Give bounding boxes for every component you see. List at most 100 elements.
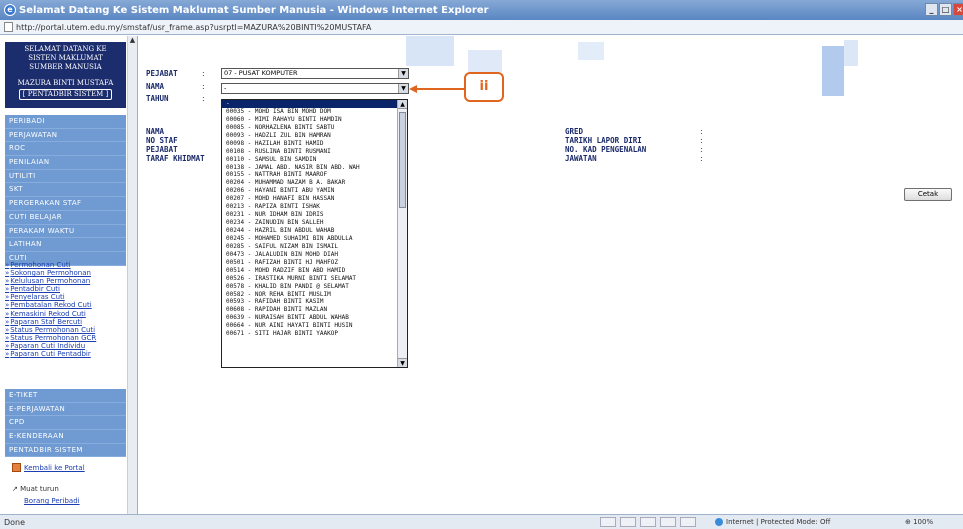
dropdown-option[interactable]: 00473 - JALALUDIN BIN MOHD DIAH bbox=[222, 251, 398, 259]
cetak-button[interactable]: Cetak bbox=[904, 188, 952, 201]
borang-link[interactable]: Borang Peribadi bbox=[24, 497, 80, 505]
dropdown-option[interactable]: 00035 - MOHD ISA BIN MOHD DOM bbox=[222, 108, 398, 116]
chevron-down-icon[interactable]: ▼ bbox=[398, 84, 408, 93]
dropdown-option[interactable]: 00639 - NURAISAH BINTI ABDUL WAHAB bbox=[222, 314, 398, 322]
dropdown-option[interactable]: 00093 - HADZLI ZUL BIN HAMRAN bbox=[222, 132, 398, 140]
dropdown-option[interactable]: 00578 - KHALID BIN PANDI @ SELAMAT bbox=[222, 283, 398, 291]
dropdown-option[interactable]: 00593 - RAFIDAH BINTI KASIM bbox=[222, 298, 398, 306]
dropdown-option[interactable]: 00671 - SITI HAJAR BINTI YAAKOP bbox=[222, 330, 398, 338]
dropdown-option[interactable]: 00245 - MOHAMED SUHAIMI BIN ABDULLA bbox=[222, 235, 398, 243]
cuti-link[interactable]: Penyelaras Cuti bbox=[5, 293, 126, 301]
dropdown-option[interactable]: 00207 - MOHD HANAFI BIN HASSAN bbox=[222, 195, 398, 203]
colon: : bbox=[700, 127, 703, 136]
dropdown-option[interactable]: 00582 - NOR REHA BINTI MUSLIM bbox=[222, 291, 398, 299]
dropdown-option[interactable]: 00526 - IRASTIKA MURNI BINTI SELAMAT bbox=[222, 275, 398, 283]
sidebar-item[interactable]: PENILAIAN bbox=[5, 156, 126, 170]
dropdown-option[interactable]: 00108 - RUSLINA BINTI RUSMANI bbox=[222, 148, 398, 156]
dropdown-option[interactable]: 00608 - RAPIDAH BINTI MAZLAN bbox=[222, 306, 398, 314]
sidebar-item[interactable]: LATIHAN bbox=[5, 238, 126, 252]
cuti-link[interactable]: Sokongan Permohonan bbox=[5, 269, 126, 277]
kembali-label[interactable]: Kembali ke Portal bbox=[24, 464, 85, 472]
cuti-link[interactable]: Pentadbir Cuti bbox=[5, 285, 126, 293]
address-bar[interactable]: http://portal.utem.edu.my/smstaf/usr_fra… bbox=[0, 20, 963, 35]
minimize-icon[interactable]: _ bbox=[925, 3, 938, 16]
sidebar-item[interactable]: E-KENDERAAN bbox=[5, 430, 126, 444]
dropdown-option[interactable]: 00213 - RAPIZA BINTI ISHAK bbox=[222, 203, 398, 211]
dropdown-option[interactable]: 00231 - NUR IDHAM BIN IDRIS bbox=[222, 211, 398, 219]
dropdown-scrollbar[interactable]: ▲ ▼ bbox=[397, 100, 407, 367]
decor-block bbox=[578, 42, 604, 60]
dropdown-option[interactable]: 00098 - HAZILAH BINTI HAMID bbox=[222, 140, 398, 148]
dropdown-option[interactable]: 00060 - MIMI RAHAYU BINTI HAMDIN bbox=[222, 116, 398, 124]
pejabat-select[interactable]: 07 - PUSAT KOMPUTER ▼ bbox=[221, 68, 409, 79]
sidebar-item[interactable]: PERIBADI bbox=[5, 115, 126, 129]
dropdown-option[interactable]: 00138 - JAMAL ABD. NASIR BIN ABD. WAH bbox=[222, 164, 398, 172]
maximize-icon[interactable]: □ bbox=[939, 3, 952, 16]
scroll-up-icon[interactable]: ▲ bbox=[128, 36, 137, 46]
close-icon[interactable]: × bbox=[953, 3, 963, 16]
dropdown-option[interactable]: 00664 - NUR AINI HAYATI BINTI HUSIN bbox=[222, 322, 398, 330]
cuti-link[interactable]: Pembatalan Rekod Cuti bbox=[5, 301, 126, 309]
title-bar: e Selamat Datang Ke Sistem Maklumat Sumb… bbox=[0, 0, 963, 20]
chevron-down-icon[interactable]: ▼ bbox=[398, 69, 408, 78]
muat-turun-text: Muat turun bbox=[20, 485, 59, 493]
colon: : bbox=[700, 145, 703, 154]
sidebar-item[interactable]: UTILITI bbox=[5, 170, 126, 184]
muat-turun-label: ↗ Muat turun bbox=[12, 485, 59, 493]
zoom-text[interactable]: 100% bbox=[913, 518, 933, 526]
dropdown-option[interactable]: 00234 - ZAINUDIN BIN SALLEH bbox=[222, 219, 398, 227]
sidebar-item[interactable]: PENTADBIR SISTEM bbox=[5, 444, 126, 458]
dropdown-option[interactable]: 00204 - MUHAMMAD NAZAM B A. BAKAR bbox=[222, 179, 398, 187]
sidebar-item[interactable]: ROC bbox=[5, 142, 126, 157]
sidebar-item[interactable]: E-TIKET bbox=[5, 389, 126, 403]
dropdown-option[interactable]: 00206 - HAYANI BINTI ABU YAMIN bbox=[222, 187, 398, 195]
cuti-link[interactable]: Status Permohonan GCR bbox=[5, 334, 126, 342]
dropdown-options[interactable]: -00035 - MOHD ISA BIN MOHD DOM 00060 - MI… bbox=[222, 100, 398, 338]
cuti-link[interactable]: Paparan Staf Bercuti bbox=[5, 318, 126, 326]
security-zone: Internet | Protected Mode: Off bbox=[715, 515, 830, 529]
dropdown-option[interactable]: 00244 - HAZRIL BIN ABDUL WAHAB bbox=[222, 227, 398, 235]
dropdown-option[interactable]: 00285 - SAIFUL NIZAM BIN ISMAIL bbox=[222, 243, 398, 251]
dropdown-option[interactable]: 00514 - MOHD RADZIF BIN ABD HAMID bbox=[222, 267, 398, 275]
dropdown-option[interactable]: 00085 - NORHAZLENA BINTI SABTU bbox=[222, 124, 398, 132]
sidebar-item[interactable]: PERGERAKAN STAF bbox=[5, 197, 126, 211]
status-pane bbox=[620, 517, 636, 527]
sidebar-item[interactable]: E-PERJAWATAN bbox=[5, 403, 126, 417]
globe-icon bbox=[715, 518, 723, 526]
sidebar-item[interactable]: SKT bbox=[5, 183, 126, 198]
cuti-link[interactable]: Kelulusan Permohonan bbox=[5, 277, 126, 285]
cuti-link[interactable]: Permohonan Cuti bbox=[5, 261, 126, 269]
dropdown-option[interactable]: 00501 - RAFIZAH BINTI HJ MAHFOZ bbox=[222, 259, 398, 267]
info-label: JAWATAN bbox=[565, 154, 597, 163]
scroll-thumb[interactable] bbox=[399, 112, 406, 208]
zoom-level[interactable]: ⊕ 100% bbox=[905, 515, 933, 529]
nama-dropdown-list[interactable]: -00035 - MOHD ISA BIN MOHD DOM 00060 - MI… bbox=[221, 99, 408, 368]
address-url[interactable]: http://portal.utem.edu.my/smstaf/usr_fra… bbox=[16, 23, 371, 32]
sidebar-scrollbar[interactable]: ▲ bbox=[127, 36, 137, 514]
sidebar-item[interactable]: CPD bbox=[5, 416, 126, 431]
dropdown-option[interactable]: 00155 - NATTRAH BINTI MAAROF bbox=[222, 171, 398, 179]
kembali-link[interactable]: Kembali ke Portal bbox=[12, 463, 85, 472]
dropdown-option[interactable]: 00110 - SAMSUL BIN SAMDIN bbox=[222, 156, 398, 164]
cuti-link[interactable]: Paparan Cuti Pentadbir bbox=[5, 350, 126, 358]
dropdown-option[interactable]: - bbox=[222, 100, 398, 108]
colon: : bbox=[202, 69, 205, 78]
nama-select[interactable]: - ▼ bbox=[221, 83, 409, 94]
scroll-down-icon[interactable]: ▼ bbox=[398, 358, 407, 367]
download-icon: ↗ bbox=[12, 485, 21, 493]
callout-arrow-icon bbox=[409, 85, 465, 93]
sidebar-item[interactable]: PERAKAM WAKTU bbox=[5, 225, 126, 239]
header-line: SELAMAT DATANG KE bbox=[24, 45, 107, 53]
scroll-up-icon[interactable]: ▲ bbox=[398, 100, 407, 109]
info-label: NO. KAD PENGENALAN bbox=[565, 145, 647, 154]
cuti-link[interactable]: Paparan Cuti Individu bbox=[5, 342, 126, 350]
decor-block bbox=[468, 50, 502, 72]
status-bar: Done Internet | Protected Mode: Off ⊕ 10… bbox=[0, 514, 963, 529]
sidebar-item[interactable]: CUTI BELAJAR bbox=[5, 211, 126, 225]
header-line: SUMBER MANUSIA bbox=[29, 63, 102, 71]
colon: : bbox=[700, 154, 703, 163]
cuti-link[interactable]: Status Permohonan Cuti bbox=[5, 326, 126, 334]
sidebar-item[interactable]: PERJAWATAN bbox=[5, 129, 126, 143]
cuti-link[interactable]: Kemaskini Rekod Cuti bbox=[5, 310, 126, 318]
menu-bottom: E-TIKET E-PERJAWATAN CPD E-KENDERAAN PENTADB… bbox=[5, 389, 126, 458]
